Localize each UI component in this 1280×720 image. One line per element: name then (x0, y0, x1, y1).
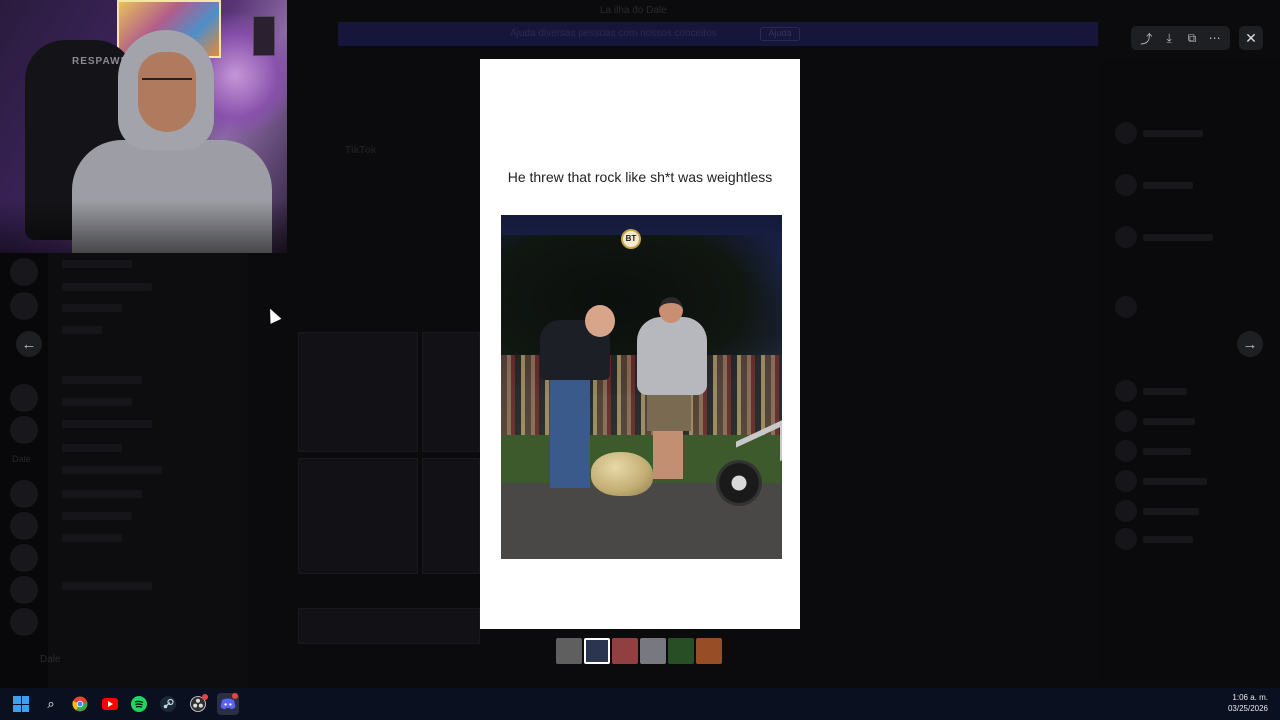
chrome-icon[interactable] (70, 694, 90, 714)
media-embed (298, 458, 418, 574)
server-icon (10, 384, 38, 412)
media-thumbnail[interactable] (612, 638, 638, 664)
server-label: Dale (12, 454, 31, 464)
member-avatar (1115, 500, 1137, 522)
tiktok-embed-label: TikTok (345, 145, 377, 156)
server-icon (10, 292, 38, 320)
clock-time: 1:06 a. m. (1232, 693, 1268, 702)
windows-start-icon[interactable] (13, 696, 29, 712)
channel-item (62, 326, 102, 334)
member-list (1100, 60, 1280, 680)
member-name (1143, 130, 1203, 137)
member-avatar (1115, 410, 1137, 432)
viewer-toolbar: ⤴ ⤓ ⧉ ⋯ (1131, 26, 1230, 50)
previous-media-button[interactable]: ← (16, 331, 42, 357)
meme-caption: He threw that rock like sh*t was weightl… (507, 169, 773, 185)
youtube-icon[interactable] (100, 694, 120, 714)
spotify-icon[interactable] (129, 694, 149, 714)
server-icon (10, 480, 38, 508)
clock-date: 03/25/2026 (1227, 704, 1268, 713)
channel-item (62, 466, 162, 474)
server-icon (10, 544, 38, 572)
window-title: La ilha do Dale (600, 5, 667, 16)
server-icon (10, 416, 38, 444)
media-thumbnail[interactable] (640, 638, 666, 664)
media-thumbnail-strip (556, 638, 722, 664)
open-in-browser-icon[interactable]: ⧉ (1183, 29, 1201, 47)
member-name (1143, 234, 1213, 241)
streamer-glasses (142, 78, 192, 86)
screen: La ilha do Dale Ajuda diversas pessoas c… (0, 0, 1280, 720)
server-icon (10, 608, 38, 636)
member-avatar (1115, 122, 1137, 144)
member-name (1143, 448, 1191, 455)
media-embed (298, 608, 480, 644)
channel-item (62, 304, 122, 312)
server-icon (10, 258, 38, 286)
member-avatar (1115, 440, 1137, 462)
webcam-shadow (0, 200, 287, 253)
notice-banner-text: Ajuda diversas pessoas com nossos concei… (510, 28, 717, 39)
media-embed (422, 458, 480, 574)
media-embed (422, 332, 480, 452)
channel-item (62, 512, 132, 520)
channel-item (62, 444, 122, 452)
channel-item (62, 534, 122, 542)
channel-item (62, 490, 142, 498)
media-embed (298, 332, 418, 452)
forward-icon[interactable]: ⤴ (1137, 29, 1155, 47)
media-thumbnail[interactable] (556, 638, 582, 664)
taskbar-clock[interactable]: 1:06 a. m. 03/25/2026 (1228, 692, 1268, 714)
channel-item (62, 376, 142, 384)
channel-item (62, 582, 152, 590)
more-options-icon[interactable]: ⋯ (1206, 29, 1224, 47)
media-thumbnail[interactable] (668, 638, 694, 664)
next-media-button[interactable]: → (1237, 331, 1263, 357)
channel-item (62, 260, 132, 268)
notice-banner-button: Ajuda (760, 27, 800, 41)
notification-badge (202, 694, 208, 700)
member-name (1143, 508, 1199, 515)
search-icon[interactable]: ⌕ (41, 694, 61, 714)
channel-item (62, 283, 152, 291)
channel-item (62, 398, 132, 406)
member-avatar (1115, 380, 1137, 402)
media-thumbnail[interactable] (584, 638, 610, 664)
member-avatar (1115, 470, 1137, 492)
webcam-overlay: RESPAWN (0, 0, 287, 253)
media-thumbnail[interactable] (696, 638, 722, 664)
bystander (631, 295, 711, 485)
member-name (1143, 418, 1195, 425)
member-name (1143, 388, 1187, 395)
current-user-name: Dale (40, 654, 61, 665)
member-name (1143, 536, 1193, 543)
cart (706, 418, 782, 510)
notification-badge (232, 693, 238, 699)
member-avatar (1115, 174, 1137, 196)
server-icon (10, 576, 38, 604)
bt-logo-icon: BT (621, 229, 641, 249)
member-avatar (1115, 528, 1137, 550)
steam-icon[interactable] (158, 694, 178, 714)
download-icon[interactable]: ⤓ (1160, 29, 1178, 47)
member-name (1143, 182, 1193, 189)
meme-video-frame: BT (501, 215, 782, 559)
server-icon (10, 512, 38, 540)
close-viewer-button[interactable]: ✕ (1239, 26, 1263, 50)
member-avatar (1115, 226, 1137, 248)
rock (591, 452, 653, 496)
channel-item (62, 420, 152, 428)
member-avatar (1115, 296, 1137, 318)
streamer-face (138, 52, 196, 132)
member-name (1143, 478, 1207, 485)
wall-frame (253, 16, 275, 56)
notice-banner (338, 22, 1098, 46)
